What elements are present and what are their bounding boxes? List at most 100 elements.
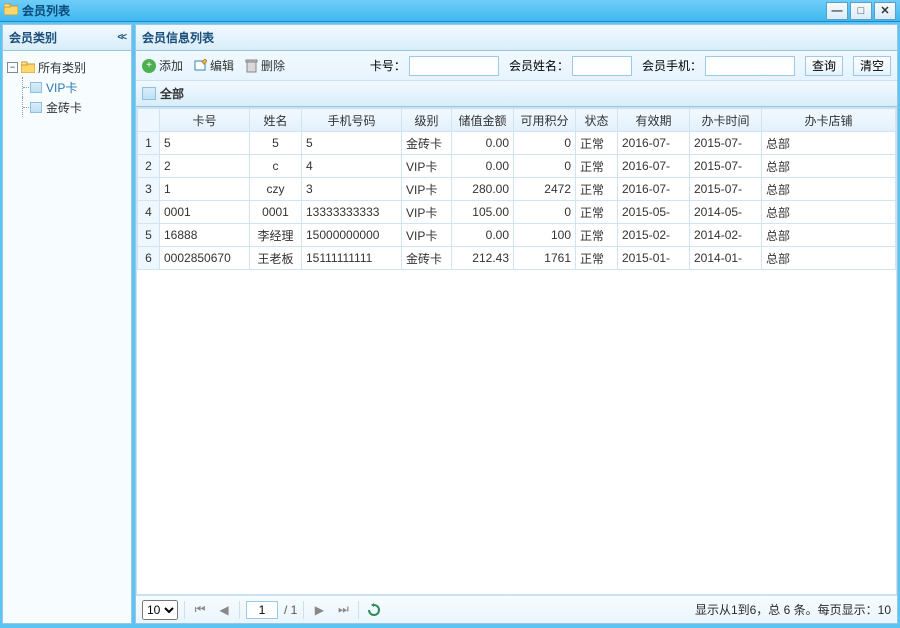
cell-valid: 2015-02- — [618, 224, 690, 247]
col-amount[interactable]: 储值金额 — [452, 109, 514, 132]
table-row[interactable]: 40001000113333333333VIP卡105.000正常2015-05… — [138, 201, 896, 224]
cell-amount: 0.00 — [452, 224, 514, 247]
col-open[interactable]: 办卡时间 — [690, 109, 762, 132]
cell-index: 1 — [138, 132, 160, 155]
cell-card: 2 — [160, 155, 250, 178]
maximize-button[interactable]: □ — [850, 2, 872, 20]
sidebar-header: 会员类别 << — [3, 25, 131, 51]
cell-valid: 2015-05- — [618, 201, 690, 224]
edit-button[interactable]: 编辑 — [193, 57, 234, 74]
category-tree: − 所有类别 VIP卡 金砖卡 — [3, 51, 131, 623]
col-status[interactable]: 状态 — [576, 109, 618, 132]
edit-label: 编辑 — [210, 57, 234, 74]
col-shop[interactable]: 办卡店铺 — [762, 109, 896, 132]
col-index[interactable] — [138, 109, 160, 132]
cell-points: 0 — [514, 155, 576, 178]
cell-card: 0002850670 — [160, 247, 250, 270]
col-card[interactable]: 卡号 — [160, 109, 250, 132]
main-panel: 会员信息列表 + 添加 编辑 删除 卡号： — [135, 24, 898, 624]
cell-phone: 15000000000 — [302, 224, 402, 247]
clear-button[interactable]: 清空 — [853, 56, 891, 76]
cell-open: 2015-07- — [690, 132, 762, 155]
cell-amount: 0.00 — [452, 155, 514, 178]
window-title: 会员列表 — [22, 2, 70, 19]
table-row[interactable]: 31czy3VIP卡280.002472正常2016-07-2015-07-总部 — [138, 178, 896, 201]
name-input[interactable] — [572, 56, 632, 76]
edit-icon — [193, 59, 207, 73]
add-icon: + — [142, 59, 156, 73]
col-phone[interactable]: 手机号码 — [302, 109, 402, 132]
cell-amount: 105.00 — [452, 201, 514, 224]
pager-status: 显示从1到6，总 6 条。每页显示：10 — [695, 601, 891, 618]
cell-points: 2472 — [514, 178, 576, 201]
cell-valid: 2016-07- — [618, 178, 690, 201]
col-points[interactable]: 可用积分 — [514, 109, 576, 132]
pager: 10 ⏮ ◀ / 1 ▶ ⏭ 显示从1到6，总 6 条。每页显示：10 — [136, 595, 897, 623]
delete-icon — [244, 59, 258, 73]
table-row[interactable]: 22c4VIP卡0.000正常2016-07-2015-07-总部 — [138, 155, 896, 178]
cell-shop: 总部 — [762, 155, 896, 178]
tree-collapse-icon[interactable]: − — [7, 62, 18, 73]
close-button[interactable]: ✕ — [874, 2, 896, 20]
cell-card: 1 — [160, 178, 250, 201]
cell-open: 2015-07- — [690, 178, 762, 201]
collapse-sidebar-icon[interactable]: << — [117, 32, 125, 43]
cell-valid: 2016-07- — [618, 132, 690, 155]
col-level[interactable]: 级别 — [402, 109, 452, 132]
total-pages-label: / 1 — [284, 603, 297, 617]
cell-status: 正常 — [576, 132, 618, 155]
phone-input[interactable] — [705, 56, 795, 76]
delete-button[interactable]: 删除 — [244, 57, 285, 74]
table-header-row: 卡号 姓名 手机号码 级别 储值金额 可用积分 状态 有效期 办卡时间 办卡店铺 — [138, 109, 896, 132]
tree-root-label: 所有类别 — [38, 59, 86, 76]
main-header: 会员信息列表 — [136, 25, 897, 51]
tree-item-label: VIP卡 — [46, 79, 77, 96]
next-page-button[interactable]: ▶ — [310, 601, 328, 619]
folder-icon — [4, 3, 18, 18]
grid-title-bar: 全部 — [136, 81, 897, 107]
tree-item-vip[interactable]: VIP卡 — [29, 77, 127, 97]
card-input[interactable] — [409, 56, 499, 76]
tree-root[interactable]: − 所有类别 — [7, 57, 127, 77]
cell-open: 2014-02- — [690, 224, 762, 247]
cell-card: 5 — [160, 132, 250, 155]
prev-page-button[interactable]: ◀ — [215, 601, 233, 619]
cell-open: 2015-07- — [690, 155, 762, 178]
cell-index: 4 — [138, 201, 160, 224]
page-size-select[interactable]: 10 — [142, 600, 178, 620]
add-button[interactable]: + 添加 — [142, 57, 183, 74]
cell-points: 100 — [514, 224, 576, 247]
first-page-button[interactable]: ⏮ — [191, 601, 209, 619]
leaf-icon — [29, 101, 43, 113]
table-row[interactable]: 60002850670王老板15111111111金砖卡212.431761正常… — [138, 247, 896, 270]
add-label: 添加 — [159, 57, 183, 74]
cell-name: 0001 — [250, 201, 302, 224]
cell-level: VIP卡 — [402, 155, 452, 178]
titlebar: 会员列表 — □ ✕ — [0, 0, 900, 22]
name-label: 会员姓名： — [509, 57, 569, 74]
page-number-input[interactable] — [246, 601, 278, 619]
refresh-button[interactable] — [365, 601, 383, 619]
col-name[interactable]: 姓名 — [250, 109, 302, 132]
tree-item-gold[interactable]: 金砖卡 — [29, 97, 127, 117]
last-page-button[interactable]: ⏭ — [334, 601, 352, 619]
cell-shop: 总部 — [762, 224, 896, 247]
member-table: 卡号 姓名 手机号码 级别 储值金额 可用积分 状态 有效期 办卡时间 办卡店铺… — [137, 108, 896, 270]
cell-shop: 总部 — [762, 247, 896, 270]
cell-status: 正常 — [576, 201, 618, 224]
folder-open-icon — [21, 61, 35, 73]
col-valid[interactable]: 有效期 — [618, 109, 690, 132]
cell-shop: 总部 — [762, 178, 896, 201]
leaf-icon — [29, 81, 43, 93]
cell-open: 2014-01- — [690, 247, 762, 270]
table-row[interactable]: 516888李经理15000000000VIP卡0.00100正常2015-02… — [138, 224, 896, 247]
cell-card: 16888 — [160, 224, 250, 247]
query-button[interactable]: 查询 — [805, 56, 843, 76]
table-row[interactable]: 1555金砖卡0.000正常2016-07-2015-07-总部 — [138, 132, 896, 155]
minimize-button[interactable]: — — [826, 2, 848, 20]
cell-open: 2014-05- — [690, 201, 762, 224]
cell-valid: 2015-01- — [618, 247, 690, 270]
cell-index: 3 — [138, 178, 160, 201]
cell-level: VIP卡 — [402, 178, 452, 201]
cell-status: 正常 — [576, 155, 618, 178]
